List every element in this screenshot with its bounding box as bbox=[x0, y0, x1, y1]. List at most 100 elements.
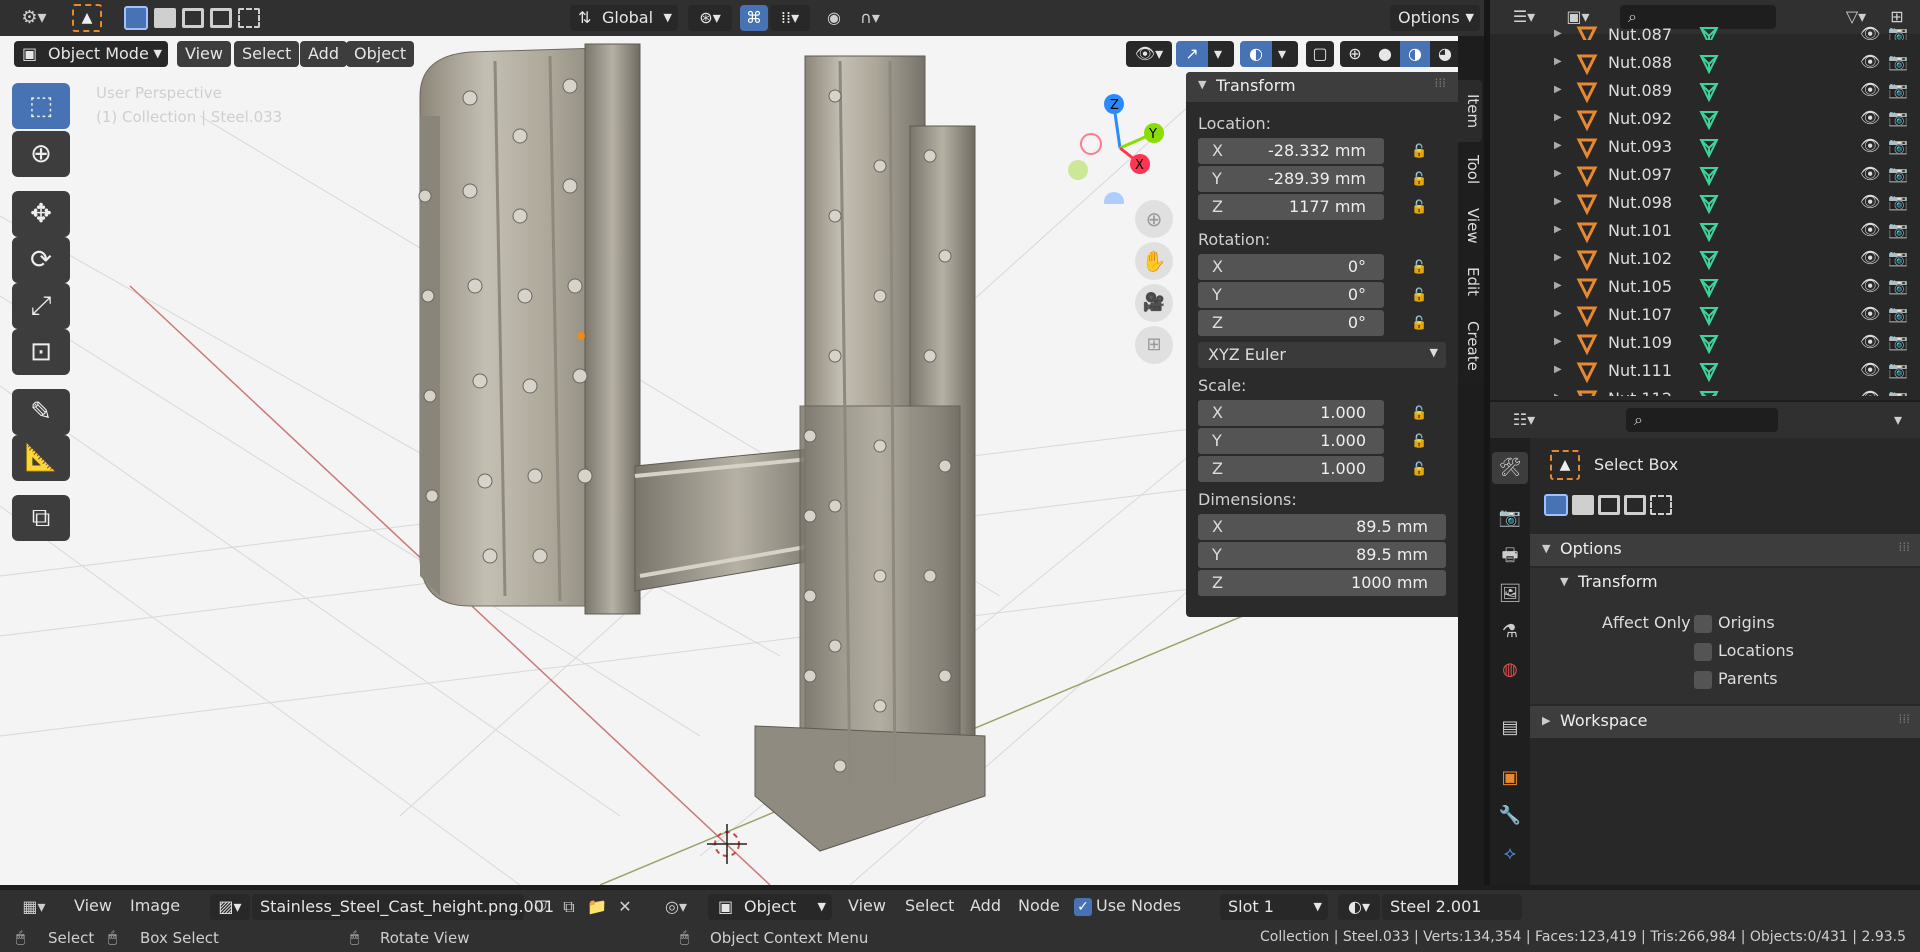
expand-arrow-icon[interactable]: ▶ bbox=[1554, 196, 1562, 207]
lock-rotation-x-icon[interactable]: 🔓 bbox=[1411, 260, 1429, 275]
visibility-eye-icon[interactable]: 👁 bbox=[1860, 136, 1880, 155]
dimensions-x-field[interactable]: X 89.5 mm bbox=[1198, 514, 1446, 540]
expand-arrow-icon[interactable]: ▶ bbox=[1554, 392, 1562, 396]
render-camera-icon[interactable]: 📷 bbox=[1888, 276, 1908, 295]
object-mode-dropdown[interactable]: ▣ Object Mode ▼ bbox=[14, 41, 168, 67]
render-camera-icon[interactable]: 📷 bbox=[1888, 248, 1908, 267]
tab-collection-icon[interactable]: ▤ bbox=[1492, 712, 1528, 744]
mesh-data-icon[interactable] bbox=[1698, 333, 1720, 355]
render-camera-icon[interactable]: 📷 bbox=[1888, 52, 1908, 71]
zoom-view-icon[interactable]: ⊕ bbox=[1135, 200, 1173, 238]
select-menu[interactable]: Select bbox=[234, 41, 300, 67]
tool-transform-icon[interactable]: ⊡ bbox=[12, 329, 70, 375]
image-image-menu[interactable]: Image bbox=[130, 896, 180, 915]
expand-arrow-icon[interactable]: ▶ bbox=[1554, 84, 1562, 95]
render-camera-icon[interactable]: 📷 bbox=[1888, 332, 1908, 351]
drag-handle-icon[interactable]: ⁞⁞⁞ bbox=[1899, 540, 1910, 554]
expand-arrow-icon[interactable]: ▶ bbox=[1554, 336, 1562, 347]
image-editor-type-icon[interactable]: ▦▾ bbox=[14, 895, 54, 919]
mesh-data-icon[interactable] bbox=[1698, 305, 1720, 327]
scale-x-field[interactable]: X 1.000 bbox=[1198, 400, 1384, 426]
select-mode-intersect-icon[interactable] bbox=[1650, 495, 1672, 515]
duplicate-image-icon[interactable]: ⧉ bbox=[556, 895, 582, 919]
proportional-editing-icon[interactable]: ◉ bbox=[820, 6, 848, 30]
tab-active-tool-icon[interactable]: 🛠 bbox=[1492, 452, 1528, 484]
lock-location-z-icon[interactable]: 🔓 bbox=[1411, 200, 1429, 215]
tab-view[interactable]: View bbox=[1458, 198, 1482, 254]
mesh-data-icon[interactable] bbox=[1698, 137, 1720, 159]
outliner-row[interactable]: ▶ Nut.088 👁 📷 bbox=[1490, 50, 1920, 78]
scale-y-field[interactable]: Y 1.000 bbox=[1198, 428, 1384, 454]
outliner-row[interactable]: ▶ Nut.092 👁 📷 bbox=[1490, 106, 1920, 134]
tab-tool[interactable]: Tool bbox=[1458, 142, 1482, 198]
visibility-eye-icon[interactable]: 👁 bbox=[1860, 360, 1880, 379]
tab-scene-icon[interactable]: ⚗ bbox=[1492, 616, 1528, 648]
shader-type-dropdown[interactable]: ▣ Object ▼ bbox=[708, 894, 832, 920]
transform-subpanel-header[interactable]: ▼ Transform bbox=[1530, 568, 1920, 598]
navigation-gizmo[interactable]: Z Y X bbox=[1060, 84, 1180, 204]
mesh-data-icon[interactable] bbox=[1698, 389, 1720, 396]
rotation-mode-dropdown[interactable]: XYZ Euler ▼ bbox=[1198, 342, 1446, 368]
expand-arrow-icon[interactable]: ▶ bbox=[1554, 364, 1562, 375]
tool-measure-icon[interactable]: 📐 bbox=[12, 435, 70, 481]
lock-rotation-y-icon[interactable]: 🔓 bbox=[1411, 288, 1429, 303]
mesh-data-icon[interactable] bbox=[1698, 361, 1720, 383]
camera-view-icon[interactable]: 🎥 bbox=[1135, 284, 1173, 322]
tab-item[interactable]: Item bbox=[1458, 80, 1482, 142]
unlink-image-icon[interactable]: ✕ bbox=[612, 895, 638, 919]
render-camera-icon[interactable]: 📷 bbox=[1888, 220, 1908, 239]
lock-rotation-z-icon[interactable]: 🔓 bbox=[1411, 316, 1429, 331]
drag-handle-icon[interactable]: ⁞⁞⁞ bbox=[1899, 712, 1910, 726]
tab-render-icon[interactable]: 📷 bbox=[1492, 502, 1528, 534]
outliner-row[interactable]: ▶ Nut.111 👁 📷 bbox=[1490, 358, 1920, 386]
pivot-point-dropdown[interactable]: ⊛▾ bbox=[688, 5, 732, 31]
mesh-data-icon[interactable] bbox=[1698, 165, 1720, 187]
properties-search-input[interactable]: ⌕ bbox=[1626, 408, 1778, 432]
outliner-row[interactable]: ▶ Nut.107 👁 📷 bbox=[1490, 302, 1920, 330]
pan-view-icon[interactable]: ✋ bbox=[1135, 242, 1173, 280]
overlay-toggle-icon[interactable]: ◐ bbox=[1240, 41, 1272, 67]
shading-solid-icon[interactable]: ● bbox=[1370, 41, 1400, 67]
visibility-eye-icon[interactable]: 👁 bbox=[1860, 52, 1880, 71]
render-camera-icon[interactable]: 📷 bbox=[1888, 304, 1908, 323]
material-name-field[interactable]: Steel 2.001 bbox=[1382, 894, 1522, 920]
lock-scale-z-icon[interactable]: 🔓 bbox=[1411, 462, 1429, 477]
expand-arrow-icon[interactable]: ▶ bbox=[1554, 112, 1562, 123]
tool-scale-icon[interactable]: ⤢ bbox=[12, 283, 70, 329]
options-panel-header[interactable]: ▼ Options ⁞⁞⁞ bbox=[1530, 534, 1920, 566]
image-name-field[interactable]: Stainless_Steel_Cast_height.png.001 bbox=[252, 894, 554, 920]
open-folder-icon[interactable]: 📁 bbox=[584, 895, 610, 919]
visibility-eye-icon[interactable]: 👁 bbox=[1860, 220, 1880, 239]
xray-toggle-icon[interactable]: ▢ bbox=[1306, 41, 1334, 67]
visibility-eye-icon[interactable]: 👁 bbox=[1860, 24, 1880, 40]
mode-select-intersect-icon[interactable] bbox=[238, 8, 260, 28]
tab-particles-icon[interactable]: ⟡ bbox=[1492, 838, 1528, 870]
expand-arrow-icon[interactable]: ▶ bbox=[1554, 224, 1562, 235]
ortho-grid-icon[interactable]: ⊞ bbox=[1135, 326, 1173, 364]
properties-editor-type-icon[interactable]: ☷▾ bbox=[1504, 408, 1544, 432]
render-camera-icon[interactable]: 📷 bbox=[1888, 388, 1908, 396]
tool-annotate-icon[interactable]: ✎ bbox=[12, 389, 70, 435]
outliner-row[interactable]: ▶ Nut.112 👁 📷 bbox=[1490, 386, 1920, 396]
node-editor-type-icon[interactable]: ◎▾ bbox=[656, 895, 696, 919]
image-browse-dropdown[interactable]: ▨▾ bbox=[210, 894, 250, 920]
tool-select-box-icon[interactable]: ⬚ bbox=[12, 83, 70, 129]
tab-create[interactable]: Create bbox=[1458, 310, 1482, 382]
render-camera-icon[interactable]: 📷 bbox=[1888, 136, 1908, 155]
visibility-eye-icon[interactable]: 👁 bbox=[1860, 276, 1880, 295]
mode-select-difference-icon[interactable] bbox=[210, 8, 232, 28]
origins-checkbox[interactable] bbox=[1694, 615, 1712, 633]
rotation-z-field[interactable]: Z 0° bbox=[1198, 310, 1384, 336]
rotation-x-field[interactable]: X 0° bbox=[1198, 254, 1384, 280]
view-menu[interactable]: View bbox=[177, 41, 231, 67]
tab-view-layer-icon[interactable]: 🖼 bbox=[1492, 578, 1528, 610]
tab-output-icon[interactable]: 🖶 bbox=[1492, 540, 1528, 572]
render-camera-icon[interactable]: 📷 bbox=[1888, 164, 1908, 183]
render-camera-icon[interactable]: 📷 bbox=[1888, 360, 1908, 379]
select-mode-new-icon[interactable] bbox=[1544, 494, 1568, 516]
options-dropdown[interactable]: Options ▼ bbox=[1390, 5, 1480, 31]
expand-arrow-icon[interactable]: ▶ bbox=[1554, 28, 1562, 39]
use-nodes-checkbox[interactable]: ✓ bbox=[1074, 898, 1092, 916]
outliner-row[interactable]: ▶ Nut.102 👁 📷 bbox=[1490, 246, 1920, 274]
visibility-eye-icon[interactable]: 👁 bbox=[1860, 192, 1880, 211]
